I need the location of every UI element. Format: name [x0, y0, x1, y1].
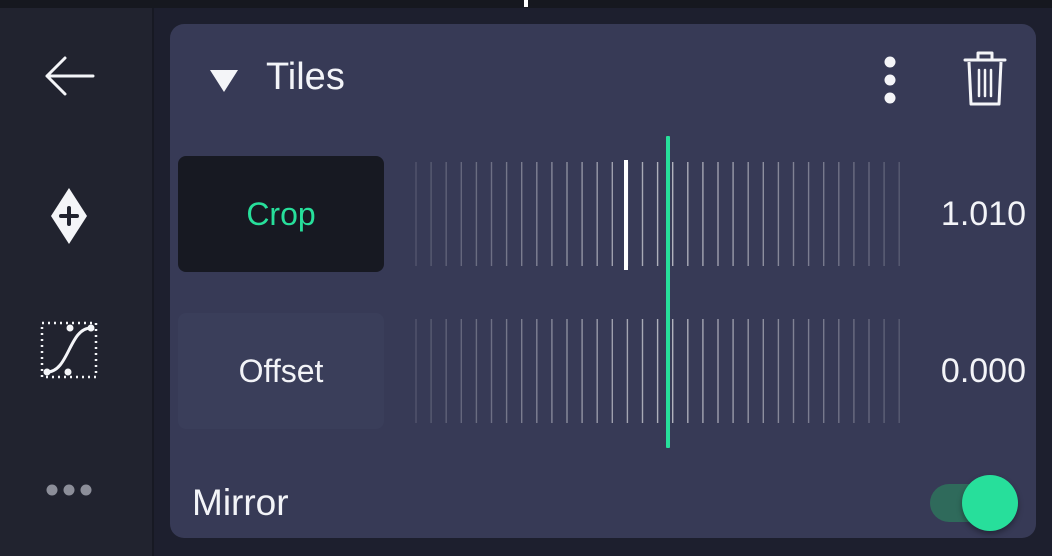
sidebar: [0, 8, 154, 556]
crop-row: Crop 1.010: [170, 156, 1036, 272]
mirror-label: Mirror: [192, 482, 289, 523]
triangle-down-icon[interactable]: [208, 66, 240, 96]
offset-value: 0.000: [940, 352, 1026, 390]
kebab-menu-icon[interactable]: [870, 50, 910, 110]
add-keyframe-button[interactable]: [26, 184, 112, 248]
playhead-marker: [524, 0, 528, 7]
offset-row: Offset 0.000: [170, 313, 1036, 429]
toggle-knob: [962, 475, 1018, 531]
crop-pointer: [624, 160, 628, 270]
crop-value: 1.010: [940, 195, 1026, 233]
timeline-topbar: [0, 0, 1052, 8]
crop-button[interactable]: Crop: [178, 156, 384, 272]
effect-panel: Tiles Crop 1.010 Offset 0.000 Mirror: [170, 24, 1036, 538]
panel-title: Tiles: [266, 56, 345, 98]
add-keyframe-icon: [51, 188, 87, 244]
mirror-toggle[interactable]: [930, 474, 1020, 532]
panel-header: Tiles: [170, 24, 1036, 134]
crop-ruler[interactable]: [402, 156, 910, 272]
trash-icon[interactable]: [960, 48, 1010, 108]
offset-ruler[interactable]: [402, 313, 910, 429]
back-button[interactable]: [26, 44, 112, 108]
ruler-center-line: [666, 136, 670, 448]
offset-button[interactable]: Offset: [178, 313, 384, 429]
back-arrow-icon: [45, 56, 95, 96]
more-options-button[interactable]: [26, 458, 112, 522]
content-area: Tiles Crop 1.010 Offset 0.000 Mirror: [154, 8, 1052, 556]
easing-curve-icon: [40, 321, 98, 379]
easing-curve-button[interactable]: [26, 318, 112, 382]
more-horizontal-icon: [46, 484, 92, 496]
